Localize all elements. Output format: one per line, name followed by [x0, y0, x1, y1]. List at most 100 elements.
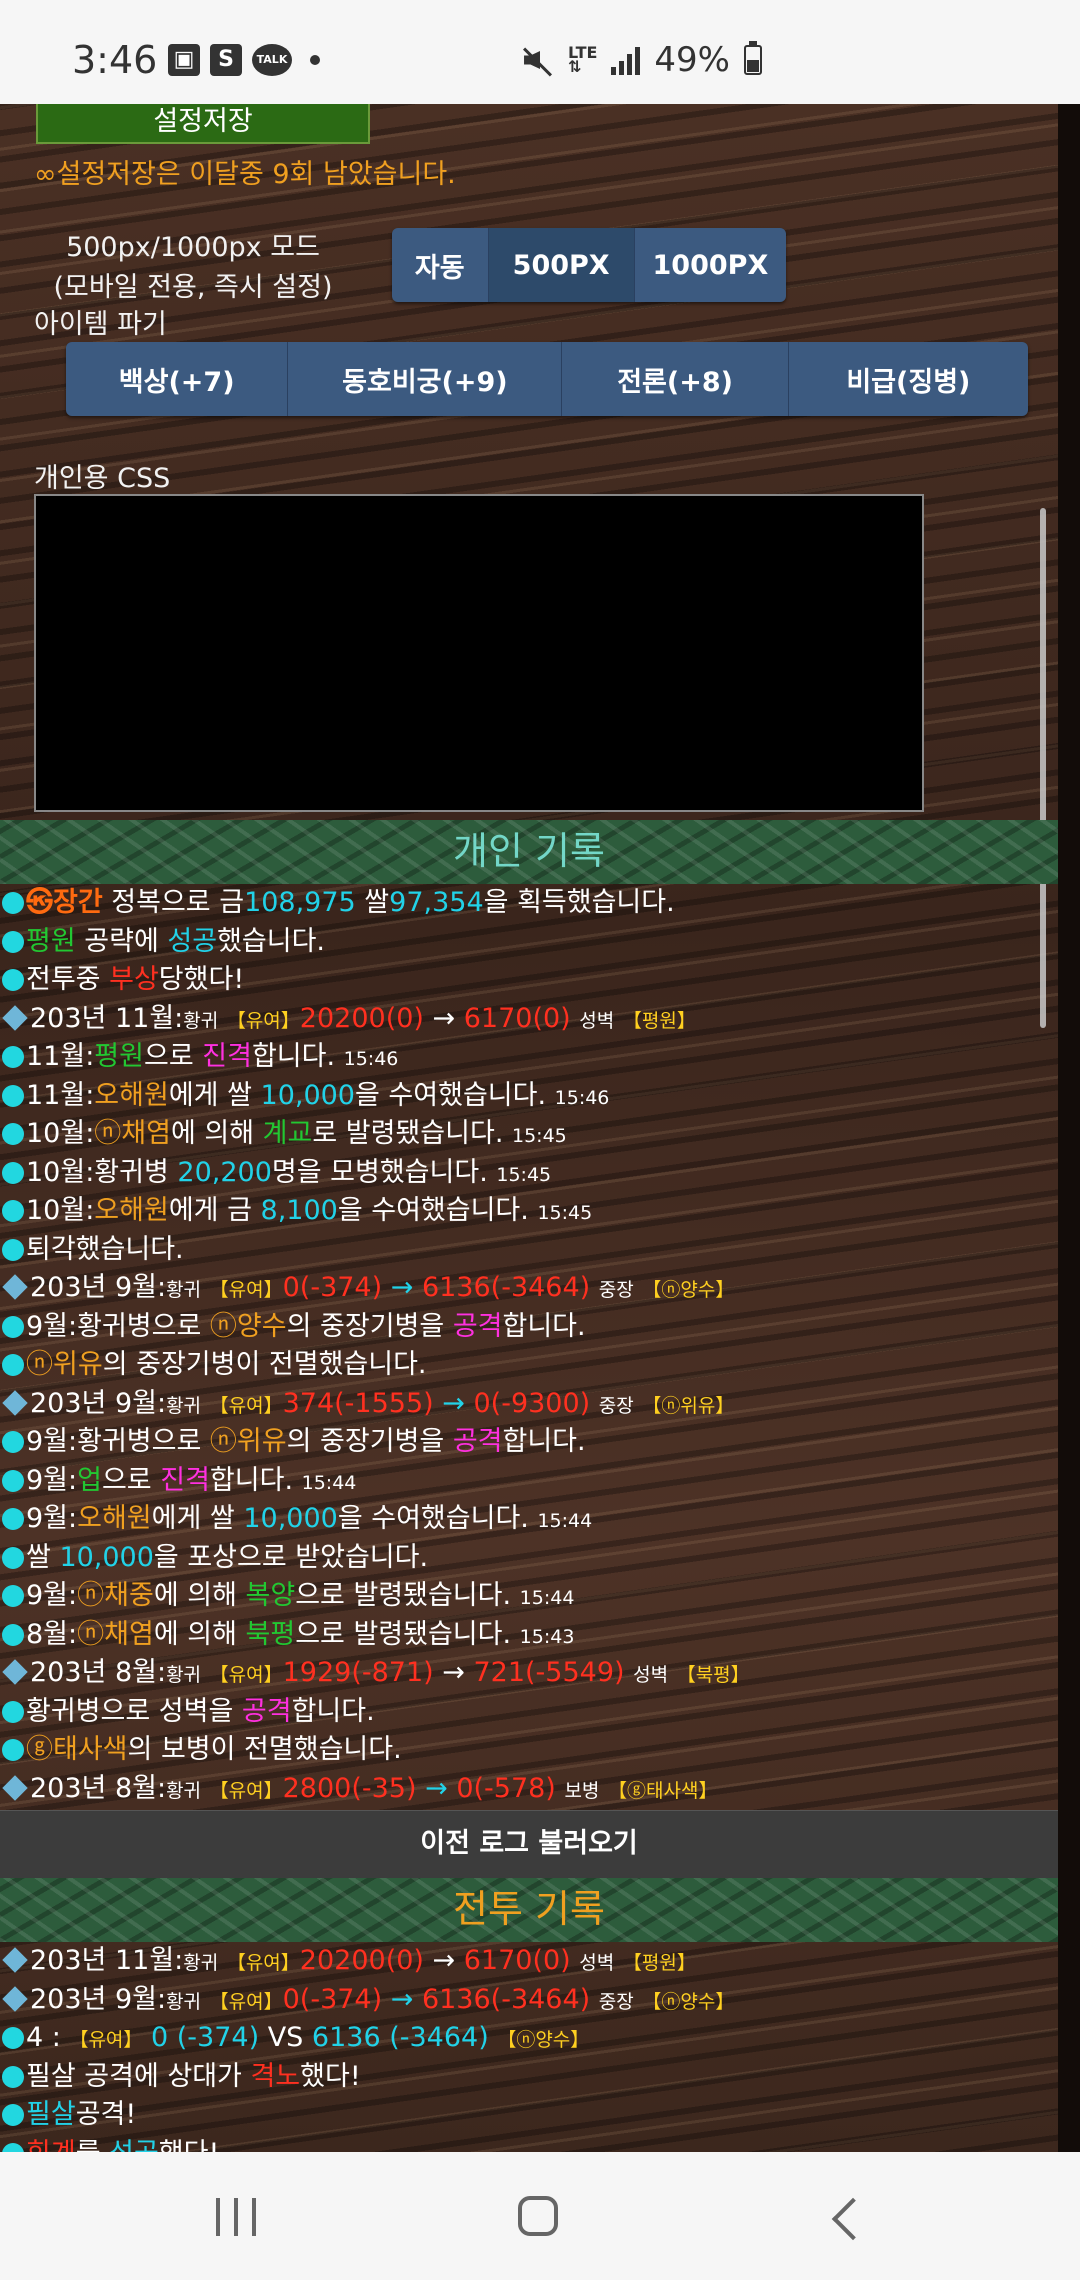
diamond-icon	[2, 1947, 28, 1973]
log-entry: 10월:오해원에게 금 8,100을 수여했습니다. 15:45	[0, 1192, 1058, 1231]
diamond-icon	[2, 1004, 28, 1031]
bullet-icon	[2, 2104, 24, 2126]
load-previous-log-button[interactable]: 이전 로그 불러오기	[0, 1810, 1058, 1879]
log-entry: 9월:오해원에게 쌀 10,000을 수여했습니다. 15:44	[0, 1500, 1058, 1539]
battle-log-header: 전투 기록	[0, 1878, 1058, 1942]
bullet-icon	[2, 1161, 24, 1184]
save-remaining-note: ∞설정저장은 이달중 9회 남았습니다.	[34, 159, 456, 190]
home-icon[interactable]	[518, 2196, 558, 2236]
bullet-icon	[2, 1508, 24, 1530]
diamond-icon	[2, 1659, 28, 1685]
page-content[interactable]: 설정저장 ∞설정저장은 이달중 9회 남았습니다. 500px/1000px 모…	[0, 104, 1080, 2152]
bullet-icon	[2, 892, 24, 914]
px-mode-selector: 자동 500PX 1000PX	[392, 228, 786, 302]
battery-icon	[744, 41, 762, 75]
personal-css-textarea[interactable]	[34, 494, 924, 812]
log-entry: 9월:ⓝ채중에 의해 복양으로 발령됐습니다. 15:44	[0, 1577, 1058, 1616]
notification-icons: ▣ S TALK	[168, 44, 320, 76]
bullet-icon	[2, 1046, 24, 1068]
diamond-icon	[2, 1985, 28, 2012]
px-mode-label-line1: 500px/1000px 모드	[66, 232, 320, 263]
lte-icon: LTE ⇅	[568, 43, 598, 76]
log-entry: 9월:업으로 진격합니다. 15:44	[0, 1462, 1058, 1501]
bullet-icon	[2, 2142, 24, 2152]
log-entry: 회계를 성공했다!	[0, 2135, 1058, 2152]
network-type: LTE	[568, 43, 598, 62]
recent-apps-icon[interactable]	[216, 2198, 256, 2236]
system-icons: LTE ⇅ 49%	[520, 40, 762, 80]
diamond-icon	[2, 1274, 28, 1300]
bullet-icon	[2, 1315, 24, 1338]
log-entry: 4 : 【유여】 0 (-374) VS 6136 (-3464) 【ⓝ양수】	[0, 2019, 1058, 2058]
bullet-icon	[2, 1200, 24, 1222]
item-discard-buttons: 백상(+7) 동호비궁(+9) 전론(+8) 비급(징병)	[66, 342, 1028, 416]
log-entry: 11월:오해원에게 쌀 10,000을 수여했습니다. 15:46	[0, 1077, 1058, 1116]
battery-percent: 49%	[654, 40, 730, 80]
signal-icon	[611, 45, 641, 75]
personal-css-label: 개인용 CSS	[34, 463, 171, 494]
bullet-icon	[2, 2027, 24, 2049]
log-entry: 203년 11월:황귀 【유여】20200(0) → 6170(0) 성벽 【평…	[0, 1000, 1058, 1039]
battle-log-list: 203년 11월:황귀 【유여】20200(0) → 6170(0) 성벽 【평…	[0, 1942, 1058, 2152]
status-bar: 3:46 ▣ S TALK LTE ⇅ 49%	[0, 0, 1080, 104]
bullet-icon	[2, 969, 24, 991]
log-entry: 쌀 10,000을 포상으로 받았습니다.	[0, 1539, 1058, 1578]
item-button-dongho-bigung[interactable]: 동호비궁(+9)	[288, 342, 563, 416]
back-icon[interactable]	[831, 2197, 875, 2241]
item-button-jeonron[interactable]: 전론(+8)	[562, 342, 789, 416]
log-entry: 203년 11월:황귀 【유여】20200(0) → 6170(0) 성벽 【평…	[0, 1942, 1058, 1981]
save-settings-button[interactable]: 설정저장	[36, 104, 370, 144]
log-entry: 필살 공격에 상대가 격노했다!	[0, 2058, 1058, 2097]
log-entry: 203년 9월:황귀 【유여】0(-374) → 6136(-3464) 중장 …	[0, 1269, 1058, 1308]
bullet-icon	[2, 2065, 24, 2088]
talk-icon: TALK	[252, 44, 292, 76]
log-entry: 필살공격!	[0, 2096, 1058, 2135]
right-edge-strip	[1058, 104, 1080, 2152]
log-entry: 평원 공략에 성공했습니다.	[0, 923, 1058, 962]
mode-500px-button[interactable]: 500PX	[488, 228, 635, 302]
log-entry: 퇴각했습니다.	[0, 1231, 1058, 1270]
bullet-icon	[2, 1469, 24, 1492]
navigation-bar	[0, 2152, 1080, 2280]
item-button-baeksang[interactable]: 백상(+7)	[66, 342, 289, 416]
bullet-icon	[2, 1084, 24, 1107]
bullet-icon	[2, 1354, 24, 1376]
bullet-icon	[2, 1123, 24, 1145]
item-discard-label: 아이템 파기	[34, 309, 167, 340]
px-mode-label: 500px/1000px 모드 (모바일 전용, 즉시 설정)	[40, 228, 346, 308]
mode-1000px-button[interactable]: 1000PX	[635, 228, 786, 302]
status-time: 3:46	[72, 38, 158, 82]
log-entry: 203년 9월:황귀 【유여】374(-1555) → 0(-9300) 중장 …	[0, 1385, 1058, 1424]
log-entry: 10월:황귀병 20,200명을 모병했습니다. 15:45	[0, 1154, 1058, 1193]
mode-auto-button[interactable]: 자동	[392, 228, 489, 302]
log-entry: 203년 8월:황귀 【유여】1929(-871) → 721(-5549) 성…	[0, 1654, 1058, 1693]
log-entry: 203년 9월:황귀 【유여】0(-374) → 6136(-3464) 중장 …	[0, 1981, 1058, 2020]
log-entry: 전투중 부상당했다!	[0, 961, 1058, 1000]
more-notifications-dot-icon	[310, 55, 320, 65]
log-entry: 9월:황귀병으로 ⓝ양수의 중장기병을 공격합니다.	[0, 1308, 1058, 1347]
bullet-icon	[2, 930, 24, 953]
personal-log-header: 개인 기록	[0, 820, 1058, 884]
log-entry: 9월:황귀병으로 ⓝ위유의 중장기병을 공격합니다.	[0, 1423, 1058, 1462]
bullet-icon	[2, 1623, 24, 1646]
diamond-icon	[2, 1389, 28, 1416]
log-entry: 11월:평원으로 진격합니다. 15:46	[0, 1038, 1058, 1077]
bullet-icon	[2, 1238, 24, 1261]
item-button-bigeup[interactable]: 비급(징병)	[789, 342, 1028, 416]
s-app-icon: S	[210, 44, 242, 76]
bullet-icon	[2, 1700, 24, 1723]
seal-icon: ㉿	[26, 887, 53, 918]
personal-log-list: ㉿장간 정복으로 금108,975 쌀97,354을 획득했습니다. 평원 공략…	[0, 884, 1058, 1808]
mute-icon	[520, 43, 554, 77]
log-entry: ⓖ태사색의 보병이 전멸했습니다.	[0, 1731, 1058, 1770]
bullet-icon	[2, 1739, 24, 1761]
log-entry: ⓝ위유의 중장기병이 전멸했습니다.	[0, 1346, 1058, 1385]
log-entry: 10월:ⓝ채염에 의해 계교로 발령됐습니다. 15:45	[0, 1115, 1058, 1154]
bullet-icon	[2, 1585, 24, 1607]
gallery-icon: ▣	[168, 44, 200, 76]
diamond-icon	[2, 1774, 28, 1801]
bullet-icon	[2, 1431, 24, 1453]
log-entry: 8월:ⓝ채염에 의해 북평으로 발령됐습니다. 15:43	[0, 1616, 1058, 1655]
log-entry: 황귀병으로 성벽을 공격합니다.	[0, 1693, 1058, 1732]
bullet-icon	[2, 1546, 24, 1569]
